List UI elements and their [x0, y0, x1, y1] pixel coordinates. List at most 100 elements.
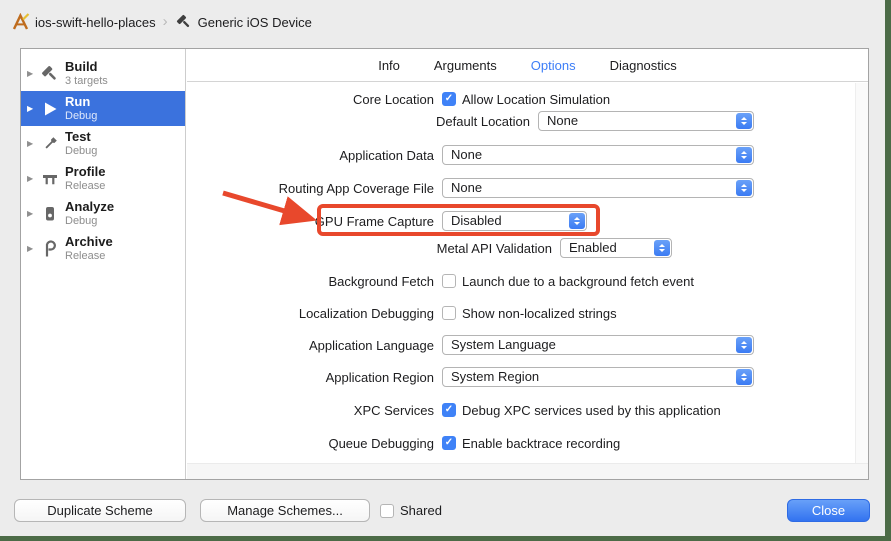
application-data-select[interactable]: None — [442, 145, 754, 165]
sidebar-item-subtitle: Release — [65, 250, 113, 263]
xpc-services-row: XPC Services Debug XPC services used by … — [187, 400, 721, 420]
options-form: Core Location Allow Location Simulation … — [187, 83, 868, 479]
sidebar-item-subtitle: Debug — [65, 145, 97, 158]
field-label: Application Region — [187, 370, 434, 385]
metal-api-validation-row: Metal API Validation Enabled — [187, 238, 672, 258]
hammer-icon — [40, 64, 60, 84]
scheme-actions-sidebar: ▶ Build3 targets ▶ RunDebug ▶ TestDebug — [21, 49, 186, 479]
xcode-project-icon — [12, 13, 30, 31]
tab-arguments[interactable]: Arguments — [434, 58, 497, 73]
edit-scheme-dialog: ▶ Build3 targets ▶ RunDebug ▶ TestDebug — [20, 48, 869, 480]
field-label: Metal API Validation — [187, 241, 552, 256]
disclosure-triangle-icon[interactable]: ▶ — [27, 139, 40, 148]
tab-options[interactable]: Options — [531, 58, 576, 73]
sidebar-item-subtitle: Release — [65, 180, 105, 193]
select-value: System Region — [451, 369, 539, 384]
disclosure-triangle-icon[interactable]: ▶ — [27, 174, 40, 183]
disclosure-triangle-icon[interactable]: ▶ — [27, 244, 40, 253]
tab-info[interactable]: Info — [378, 58, 400, 73]
screenshot-border — [885, 0, 891, 541]
background-fetch-row: Background Fetch Launch due to a backgro… — [187, 271, 694, 291]
tab-diagnostics[interactable]: Diagnostics — [610, 58, 677, 73]
screenshot-border — [0, 536, 891, 541]
chevron-right-icon: › — [163, 13, 168, 30]
sidebar-item-analyze[interactable]: ▶ AnalyzeDebug — [21, 196, 185, 231]
disclosure-triangle-icon[interactable]: ▶ — [27, 209, 40, 218]
metal-api-validation-select[interactable]: Enabled — [560, 238, 672, 258]
sidebar-item-title: Analyze — [65, 200, 114, 215]
routing-app-coverage-select[interactable]: None — [442, 178, 754, 198]
gpu-frame-capture-row: GPU Frame Capture Disabled — [187, 211, 587, 231]
field-label: Routing App Coverage File — [187, 181, 434, 196]
scheme-editor-window: ios-swift-hello-places › Generic iOS Dev… — [0, 0, 891, 541]
application-region-select[interactable]: System Region — [442, 367, 754, 387]
gpu-frame-capture-select[interactable]: Disabled — [442, 211, 587, 231]
stepper-icon — [736, 147, 752, 163]
gauge-icon — [40, 169, 60, 189]
stepper-icon — [736, 180, 752, 196]
shared-option: Shared — [380, 503, 442, 518]
queue-debugging-row: Queue Debugging Enable backtrace recordi… — [187, 433, 620, 453]
sidebar-item-subtitle: 3 targets — [65, 75, 108, 88]
localization-debugging-row: Localization Debugging Show non-localize… — [187, 303, 617, 323]
archive-icon — [40, 239, 60, 259]
sidebar-item-title: Build — [65, 60, 108, 75]
manage-schemes-button[interactable]: Manage Schemes... — [200, 499, 370, 522]
debug-xpc-services-checkbox[interactable] — [442, 403, 456, 417]
select-value: Disabled — [451, 213, 502, 228]
analyze-icon — [40, 204, 60, 224]
stepper-icon — [736, 113, 752, 129]
sidebar-item-archive[interactable]: ▶ ArchiveRelease — [21, 231, 185, 266]
sidebar-item-title: Profile — [65, 165, 105, 180]
shared-checkbox[interactable] — [380, 504, 394, 518]
breadcrumb: ios-swift-hello-places › Generic iOS Dev… — [12, 13, 312, 31]
select-value: None — [547, 113, 578, 128]
application-data-row: Application Data None — [187, 145, 754, 165]
checkbox-label: Show non-localized strings — [462, 306, 617, 321]
checkbox-label: Allow Location Simulation — [462, 92, 610, 107]
select-value: None — [451, 180, 482, 195]
core-location-row: Core Location Allow Location Simulation — [187, 89, 610, 109]
content-footer-strip — [187, 463, 868, 479]
breadcrumb-destination[interactable]: Generic iOS Device — [198, 15, 312, 30]
close-button[interactable]: Close — [787, 499, 870, 522]
sidebar-item-subtitle: Debug — [65, 215, 114, 228]
default-location-row: Default Location None — [187, 111, 754, 131]
sidebar-item-run[interactable]: ▶ RunDebug — [21, 91, 185, 126]
enable-backtrace-recording-checkbox[interactable] — [442, 436, 456, 450]
checkbox-label: Launch due to a background fetch event — [462, 274, 694, 289]
sidebar-item-subtitle: Debug — [65, 110, 97, 123]
wrench-icon — [40, 134, 60, 154]
field-label: Default Location — [187, 114, 530, 129]
select-value: None — [451, 147, 482, 162]
application-language-row: Application Language System Language — [187, 335, 754, 355]
breadcrumb-scheme[interactable]: ios-swift-hello-places — [35, 15, 156, 30]
field-label: Localization Debugging — [187, 306, 434, 321]
tab-bar: Info Arguments Options Diagnostics — [187, 49, 868, 82]
field-label: GPU Frame Capture — [187, 214, 434, 229]
default-location-select[interactable]: None — [538, 111, 754, 131]
sidebar-item-title: Archive — [65, 235, 113, 250]
select-value: Enabled — [569, 240, 617, 255]
disclosure-triangle-icon[interactable]: ▶ — [27, 104, 40, 113]
stepper-icon — [736, 337, 752, 353]
checkbox-label: Debug XPC services used by this applicat… — [462, 403, 721, 418]
scrollbar-track[interactable] — [855, 83, 868, 463]
field-label: Core Location — [187, 92, 434, 107]
allow-location-simulation-checkbox[interactable] — [442, 92, 456, 106]
sidebar-item-title: Test — [65, 130, 97, 145]
field-label: XPC Services — [187, 403, 434, 418]
stepper-icon — [654, 240, 670, 256]
sidebar-item-build[interactable]: ▶ Build3 targets — [21, 56, 185, 91]
application-language-select[interactable]: System Language — [442, 335, 754, 355]
background-fetch-checkbox[interactable] — [442, 274, 456, 288]
sidebar-item-test[interactable]: ▶ TestDebug — [21, 126, 185, 161]
sidebar-item-profile[interactable]: ▶ ProfileRelease — [21, 161, 185, 196]
field-label: Queue Debugging — [187, 436, 434, 451]
field-label: Application Language — [187, 338, 434, 353]
hammer-icon — [175, 13, 193, 31]
play-icon — [40, 99, 60, 119]
disclosure-triangle-icon[interactable]: ▶ — [27, 69, 40, 78]
duplicate-scheme-button[interactable]: Duplicate Scheme — [14, 499, 186, 522]
show-non-localized-strings-checkbox[interactable] — [442, 306, 456, 320]
